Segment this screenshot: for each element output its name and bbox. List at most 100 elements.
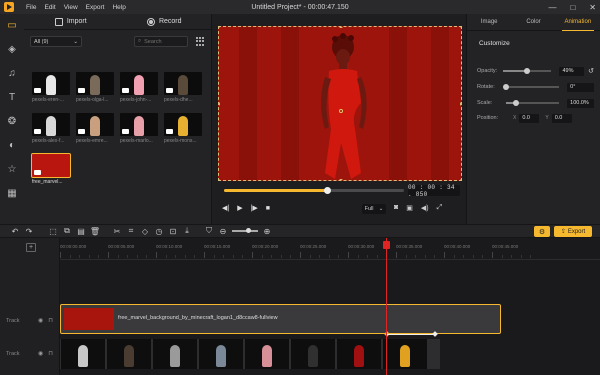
speed-icon[interactable]: ◷: [152, 225, 166, 237]
reset-icon[interactable]: ↺: [588, 67, 594, 75]
record-button[interactable]: Record: [118, 14, 212, 29]
resize-handle-b[interactable]: [339, 179, 343, 180]
crop-tool-icon[interactable]: ⌗: [124, 225, 138, 237]
media-item[interactable]: pexels-eren-...: [32, 72, 70, 103]
menu-edit[interactable]: Edit: [44, 4, 55, 11]
playback-knob[interactable]: [323, 187, 331, 194]
resize-handle-r[interactable]: [460, 102, 461, 106]
effects-icon[interactable]: ❂: [6, 116, 18, 128]
copy-icon[interactable]: ⧉: [60, 225, 74, 237]
export-label: Export: [567, 228, 586, 235]
eye-icon[interactable]: ◉: [38, 350, 43, 357]
sticker-icon[interactable]: ☆: [6, 164, 18, 176]
resize-handle-br[interactable]: [460, 179, 461, 180]
menu-help[interactable]: Help: [112, 4, 125, 11]
timeline-settings-button[interactable]: ⚙: [534, 226, 550, 237]
zoom-slider[interactable]: [232, 228, 258, 233]
ruler-minor-tick: [338, 255, 340, 258]
minimize-button[interactable]: —: [548, 3, 556, 12]
opacity-label: Opacity:: [477, 68, 498, 74]
media-item[interactable]: pexels-alex-f...: [32, 113, 70, 144]
opacity-slider[interactable]: [502, 68, 552, 74]
keyframe-icon[interactable]: ◇: [138, 225, 152, 237]
tab-color[interactable]: Color: [511, 14, 555, 30]
eye-icon[interactable]: ◉: [38, 317, 43, 324]
marker-icon[interactable]: ⛉: [202, 225, 216, 237]
scale-slider[interactable]: [505, 100, 560, 106]
menu-export[interactable]: Export: [86, 4, 105, 11]
center-handle[interactable]: [339, 109, 343, 113]
transition-icon[interactable]: ◐: [6, 140, 18, 152]
redo-icon[interactable]: ↷: [22, 225, 36, 237]
media-item[interactable]: pexels-emre...: [76, 113, 114, 144]
tab-animation[interactable]: Animation: [556, 14, 600, 31]
search-input[interactable]: [144, 38, 185, 45]
media-item[interactable]: pexels-dhe...: [164, 72, 202, 103]
timeline-ruler[interactable]: 00:00:00.000 00:00:05.000 00:00:10.000 00:0…: [60, 238, 600, 260]
text-icon[interactable]: T: [6, 92, 18, 104]
ruler-minor-tick: [290, 255, 292, 258]
opacity-value[interactable]: 49%: [559, 66, 585, 76]
rotate-slider[interactable]: [502, 84, 560, 90]
media-item[interactable]: pexels-john-...: [120, 72, 158, 103]
select-icon[interactable]: ⬚: [46, 225, 60, 237]
clip-title: free_marvel_background_by_minecraft_loga…: [118, 315, 278, 321]
zoom-in-icon[interactable]: ⊕: [260, 225, 274, 237]
fullscreen-icon[interactable]: ⤢: [437, 204, 443, 212]
close-button[interactable]: ✕: [589, 3, 596, 12]
media-filter-dropdown[interactable]: All (9) ⌄: [30, 36, 82, 47]
ruler-tick: [108, 252, 109, 258]
media-item[interactable]: pexels-marlo...: [120, 113, 158, 144]
volume-icon[interactable]: ◀): [421, 204, 429, 212]
rotate-value[interactable]: 0°: [567, 82, 595, 92]
delete-icon[interactable]: 🗑: [88, 225, 102, 237]
detach-audio-icon[interactable]: ⤓: [180, 225, 194, 237]
playhead[interactable]: [383, 238, 390, 375]
layers-icon[interactable]: ◈: [6, 44, 18, 56]
position-y-input[interactable]: 0.0: [551, 113, 572, 123]
ruler-tick: [252, 252, 253, 258]
template-icon[interactable]: ▦: [6, 188, 18, 200]
keyframe-end[interactable]: [432, 331, 438, 337]
position-x-input[interactable]: 0.0: [519, 113, 540, 123]
menu-view[interactable]: View: [64, 4, 78, 11]
background-clip[interactable]: free_marvel_background_by_minecraft_loga…: [60, 304, 501, 337]
resize-handle-bl[interactable]: [219, 179, 220, 180]
freeze-icon[interactable]: ⊡: [166, 225, 180, 237]
prev-frame-icon[interactable]: ◀|: [222, 204, 229, 212]
paste-icon[interactable]: ▤: [74, 225, 88, 237]
lock-icon[interactable]: ⊓: [48, 350, 53, 357]
media-item[interactable]: pexels-mons...: [164, 113, 202, 144]
music-icon[interactable]: ♫: [6, 68, 18, 80]
media-item[interactable]: pexels-olga-l...: [76, 72, 114, 103]
resize-handle-tr[interactable]: [460, 27, 461, 28]
scale-value[interactable]: 100.0%: [567, 98, 595, 108]
maximize-button[interactable]: □: [570, 3, 575, 12]
folder-icon[interactable]: ▭: [6, 20, 18, 32]
tab-image[interactable]: Image: [467, 14, 511, 30]
add-track-button[interactable]: +: [26, 243, 36, 252]
ruler-minor-tick: [472, 255, 474, 258]
lock-icon[interactable]: ⊓: [48, 317, 53, 324]
play-icon[interactable]: ▶: [237, 204, 242, 212]
next-frame-icon[interactable]: |▶: [251, 204, 258, 212]
image-sequence-clip[interactable]: [60, 339, 440, 369]
preview-canvas[interactable]: [218, 26, 462, 181]
undo-icon[interactable]: ↶: [8, 225, 22, 237]
ruler-minor-tick: [415, 255, 417, 258]
playhead-handle[interactable]: [383, 241, 390, 249]
menu-file[interactable]: File: [26, 4, 36, 11]
stop-icon[interactable]: ■: [266, 205, 270, 212]
ruler-minor-tick: [261, 255, 263, 258]
customize-section-title: Customize: [479, 40, 510, 47]
media-item[interactable]: free_marvel...: [31, 153, 71, 185]
quality-select[interactable]: Full ⌄: [362, 204, 386, 214]
snapshot-icon[interactable]: ◙: [394, 204, 398, 212]
zoom-out-icon[interactable]: ⊖: [216, 225, 230, 237]
cut-icon[interactable]: ✂: [110, 225, 124, 237]
playback-progress[interactable]: [224, 187, 404, 194]
export-button[interactable]: ⇪ Export: [554, 226, 592, 237]
grid-view-icon[interactable]: [196, 37, 205, 46]
crop-icon[interactable]: ▣: [406, 204, 413, 212]
import-button[interactable]: Import: [24, 14, 118, 29]
